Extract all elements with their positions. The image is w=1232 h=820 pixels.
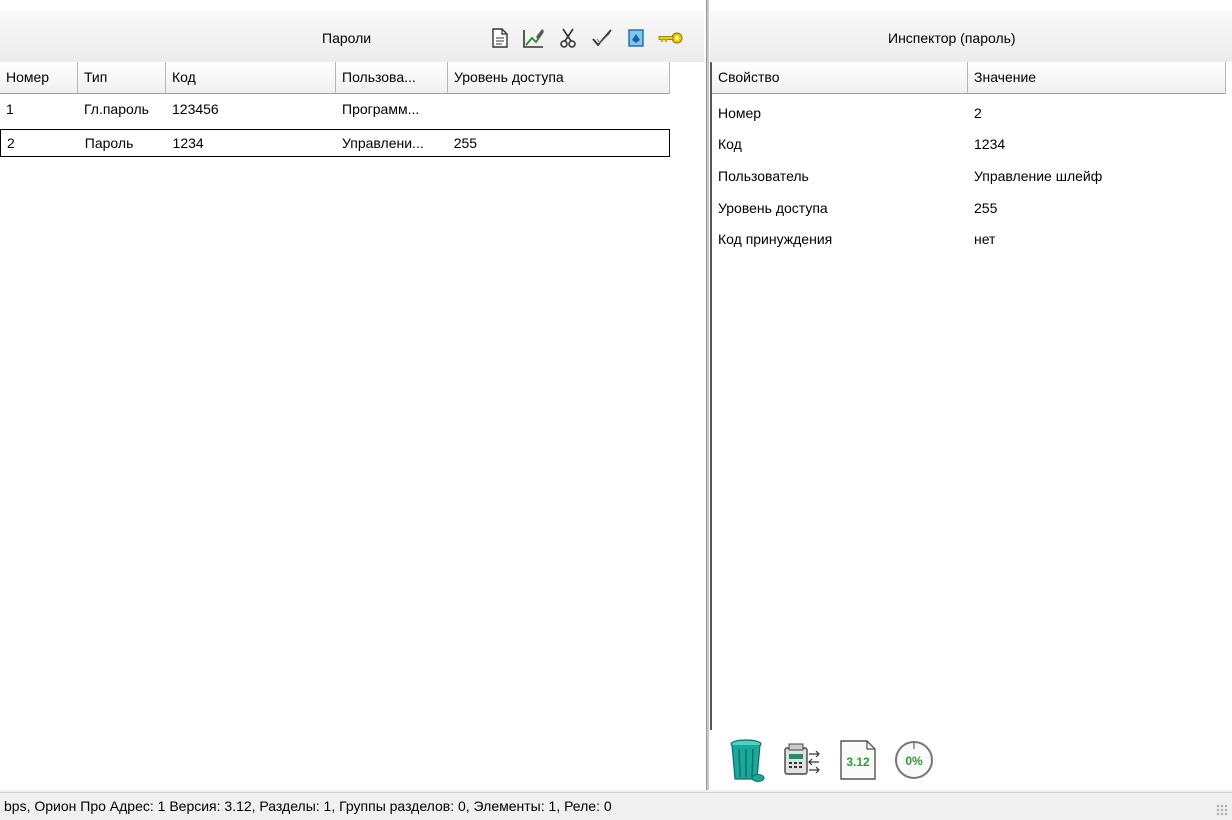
check-icon[interactable]	[588, 24, 616, 52]
cell-type: Гл.пароль	[84, 101, 149, 117]
passwords-panel: Пароли Номер Тип Код Пользова... Уровень…	[0, 0, 706, 790]
passwords-header: Пароли	[0, 10, 704, 62]
property-row[interactable]: Код принуждения нет	[712, 224, 1226, 255]
trash-icon[interactable]	[724, 738, 768, 782]
key-icon[interactable]	[656, 24, 684, 52]
property-name: Код	[718, 136, 742, 152]
device-sync-icon[interactable]	[780, 738, 824, 782]
cell-access-level: 255	[453, 135, 478, 151]
cut-icon[interactable]	[554, 24, 582, 52]
column-header-number[interactable]: Номер	[0, 62, 78, 94]
passwords-table-header: Номер Тип Код Пользова... Уровень доступ…	[0, 62, 670, 94]
progress-label: 0%	[905, 754, 923, 768]
progress-icon[interactable]: 0%	[892, 738, 936, 782]
property-row[interactable]: Уровень доступа 255	[712, 193, 1226, 224]
inspector-title: Инспектор (пароль)	[888, 30, 1016, 46]
table-row[interactable]: 1 Гл.пароль 123456 Программ...	[0, 96, 670, 124]
property-value[interactable]: Управление шлейф	[968, 161, 1226, 192]
cell-code: 123456	[172, 101, 219, 117]
cell-user: Программ...	[342, 101, 420, 117]
version-icon[interactable]: 3.12	[836, 738, 880, 782]
cell-number: 1	[6, 101, 14, 117]
property-name: Уровень доступа	[718, 200, 828, 216]
property-row[interactable]: Пользователь Управление шлейф	[712, 161, 1226, 192]
property-row[interactable]: Код 1234	[712, 129, 1226, 160]
resize-grip-icon[interactable]	[1216, 804, 1228, 816]
cell-code: 1234	[172, 135, 204, 151]
property-value[interactable]: 255	[968, 193, 1226, 224]
property-row[interactable]: Номер 2	[712, 98, 1226, 129]
status-bar: bps, Орион Про Адрес: 1 Версия: 3.12, Ра…	[0, 792, 1232, 820]
property-value[interactable]: 2	[968, 98, 1226, 129]
cell-type: Пароль	[84, 135, 134, 151]
property-value[interactable]: нет	[968, 224, 1226, 255]
cell-access-level	[448, 96, 670, 124]
edit-icon[interactable]	[520, 24, 548, 52]
inspector-action-icons: 3.12 0%	[724, 736, 936, 784]
passwords-toolbar	[486, 24, 684, 52]
version-label: 3.12	[846, 755, 870, 769]
inspector-header: Инспектор (пароль)	[710, 10, 1232, 62]
property-name: Код принуждения	[718, 231, 833, 247]
property-value[interactable]: 1234	[968, 129, 1226, 160]
inspector-table-header: Свойство Значение	[712, 62, 1226, 94]
column-header-value[interactable]: Значение	[968, 62, 1226, 94]
blue-tag-icon[interactable]	[622, 24, 650, 52]
property-name: Пользователь	[718, 168, 809, 184]
column-header-type[interactable]: Тип	[78, 62, 166, 94]
column-header-user[interactable]: Пользова...	[336, 62, 448, 94]
column-header-property[interactable]: Свойство	[712, 62, 968, 94]
status-text: bps, Орион Про Адрес: 1 Версия: 3.12, Ра…	[4, 798, 612, 814]
column-header-access-level[interactable]: Уровень доступа	[448, 62, 670, 94]
column-header-code[interactable]: Код	[166, 62, 336, 94]
property-name: Номер	[718, 105, 762, 121]
new-document-icon[interactable]	[486, 24, 514, 52]
inspector-panel: Инспектор (пароль) Свойство Значение Ном…	[710, 0, 1232, 790]
passwords-title: Пароли	[322, 30, 372, 46]
table-row-selected[interactable]: 2 Пароль 1234 Управлени... 255	[0, 129, 670, 157]
cell-user: Управлени...	[342, 135, 424, 151]
cell-number: 2	[7, 135, 15, 151]
